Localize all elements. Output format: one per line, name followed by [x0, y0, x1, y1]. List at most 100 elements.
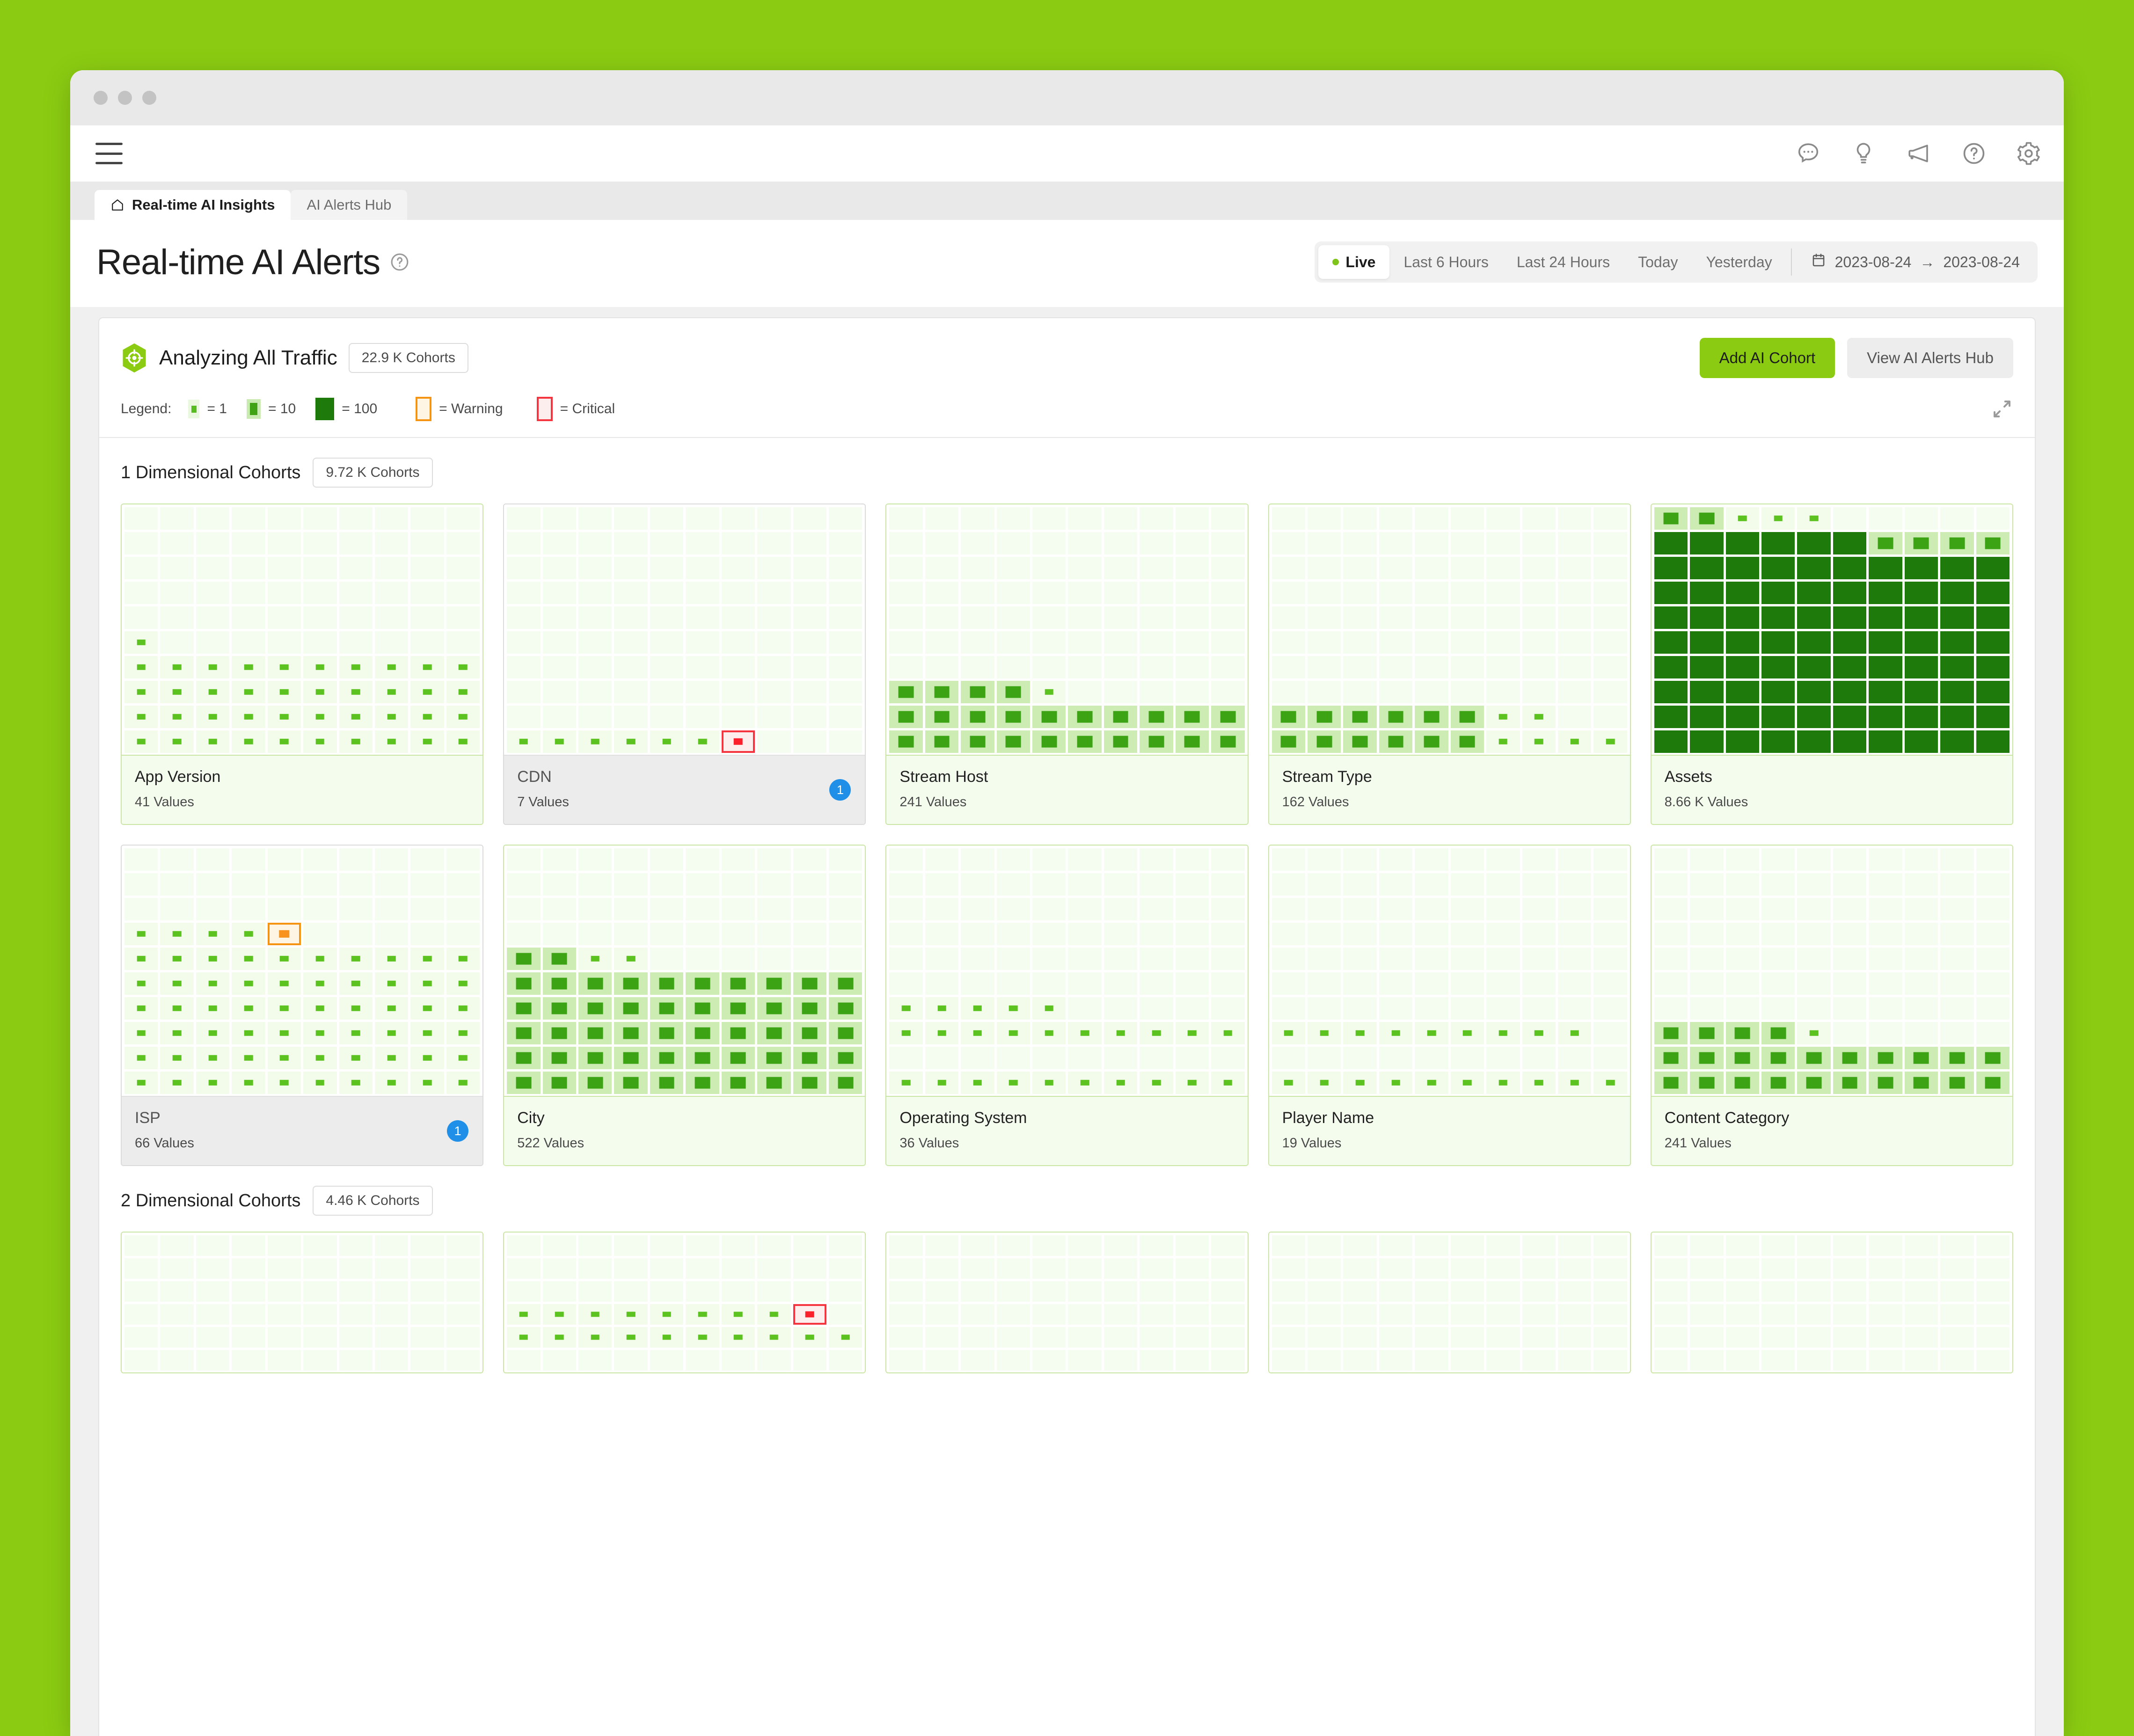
heatmap-cell[interactable] [1940, 923, 1974, 945]
heatmap-cell[interactable] [1308, 706, 1341, 728]
heatmap-cell[interactable] [446, 1350, 480, 1371]
heatmap-cell[interactable] [160, 656, 194, 678]
heatmap-cell[interactable] [889, 1022, 923, 1044]
heatmap-cell[interactable] [1761, 1258, 1795, 1279]
heatmap-cell[interactable] [961, 997, 994, 1020]
heatmap-cell[interactable] [1450, 873, 1484, 896]
heatmap-cell[interactable] [889, 1047, 923, 1069]
heatmap-cell[interactable] [1032, 1281, 1066, 1302]
heatmap-cell[interactable] [374, 656, 409, 678]
heatmap-cell[interactable] [721, 923, 755, 945]
heatmap-cell[interactable] [1104, 1022, 1138, 1044]
heatmap-cell[interactable] [507, 706, 541, 728]
heatmap-cell[interactable] [1690, 1281, 1724, 1302]
heatmap-cell[interactable] [1068, 1350, 1102, 1371]
heatmap-cell[interactable] [196, 848, 230, 871]
heatmap-cell[interactable] [1869, 898, 1902, 920]
heatmap-cell[interactable] [757, 1022, 791, 1044]
heatmap-cell[interactable] [1593, 972, 1627, 995]
heatmap-cell[interactable] [267, 1072, 301, 1094]
hamburger-icon[interactable] [95, 143, 123, 164]
cohort-card-isp[interactable]: ISP 66 Values 1 [121, 845, 484, 1166]
heatmap-cell[interactable] [446, 706, 480, 728]
heatmap-cell[interactable] [232, 706, 265, 728]
heatmap-cell[interactable] [1940, 898, 1974, 920]
heatmap-cell[interactable] [410, 1235, 444, 1256]
heatmap-cell[interactable] [1557, 730, 1592, 753]
heatmap-cell[interactable] [1797, 1235, 1831, 1256]
heatmap-cell[interactable] [410, 631, 444, 654]
heatmap-cell[interactable] [1343, 532, 1377, 554]
heatmap-cell[interactable] [542, 1235, 577, 1256]
heatmap-cell[interactable] [1557, 1072, 1592, 1094]
heatmap-cell[interactable] [1175, 681, 1209, 703]
heatmap-cell[interactable] [925, 1327, 959, 1348]
heatmap-cell[interactable] [1308, 1350, 1341, 1371]
cohort-card-stream-type[interactable]: Stream Type 162 Values [1268, 503, 1631, 825]
heatmap-cell[interactable] [686, 873, 719, 896]
heatmap-cell[interactable] [542, 848, 577, 871]
heatmap-cell[interactable] [410, 1047, 444, 1069]
heatmap-cell[interactable] [1761, 1072, 1795, 1094]
heatmap-cell[interactable] [374, 681, 409, 703]
heatmap-cell[interactable] [686, 948, 719, 970]
heatmap-cell[interactable] [578, 706, 612, 728]
heatmap-cell[interactable] [1140, 706, 1173, 728]
heatmap-cell[interactable] [1450, 948, 1484, 970]
heatmap-cell[interactable] [1522, 1047, 1556, 1069]
heatmap-cell[interactable] [1308, 848, 1341, 871]
heatmap-cell[interactable] [1175, 1327, 1209, 1348]
heatmap-cell[interactable] [578, 582, 612, 604]
heatmap-cell[interactable] [1725, 1258, 1760, 1279]
heatmap-cell[interactable] [196, 1072, 230, 1094]
heatmap-cell[interactable] [1690, 948, 1724, 970]
heatmap-cell[interactable] [374, 730, 409, 753]
heatmap-cell[interactable] [1869, 1327, 1902, 1348]
heatmap-cell[interactable] [196, 1281, 230, 1302]
heatmap-cell[interactable] [828, 656, 862, 678]
heatmap-cell[interactable] [1557, 606, 1592, 629]
heatmap-cell[interactable] [828, 730, 862, 753]
heatmap-cell[interactable] [1833, 1072, 1867, 1094]
heatmap-cell[interactable] [303, 730, 337, 753]
heatmap-cell[interactable] [232, 582, 265, 604]
heatmap-cell[interactable] [267, 1281, 301, 1302]
heatmap-cell[interactable] [1486, 1235, 1520, 1256]
heatmap-cell[interactable] [1940, 730, 1974, 753]
heatmap-cell[interactable] [650, 1022, 684, 1044]
heatmap-cell[interactable] [1211, 730, 1245, 753]
heatmap-cell[interactable] [578, 1327, 612, 1348]
heatmap-cell[interactable] [996, 1281, 1030, 1302]
heatmap-cell[interactable] [507, 507, 541, 530]
heatmap-cell[interactable] [1486, 730, 1520, 753]
heatmap-cell[interactable] [686, 997, 719, 1020]
heatmap-cell[interactable] [1104, 706, 1138, 728]
heatmap-cell[interactable] [889, 681, 923, 703]
heatmap-cell[interactable] [1522, 706, 1556, 728]
heatmap-cell[interactable] [1976, 997, 2010, 1020]
heatmap-cell[interactable] [1379, 923, 1413, 945]
heatmap-cell[interactable] [1904, 972, 1938, 995]
heatmap-cell[interactable] [160, 848, 194, 871]
heatmap-cell[interactable] [793, 631, 826, 654]
heatmap-cell[interactable] [828, 1047, 862, 1069]
heatmap-cell[interactable] [650, 1281, 684, 1302]
heatmap-cell[interactable] [1272, 606, 1305, 629]
heatmap-cell[interactable] [1593, 656, 1627, 678]
heatmap-cell[interactable] [303, 1022, 337, 1044]
heatmap-cell[interactable] [1343, 1350, 1377, 1371]
heatmap-cell[interactable] [1415, 1304, 1448, 1325]
heatmap-cell[interactable] [339, 898, 373, 920]
heatmap-cell[interactable] [1486, 1304, 1520, 1325]
heatmap-cell[interactable] [1690, 898, 1724, 920]
heatmap-cell[interactable] [889, 1304, 923, 1325]
heatmap-cell[interactable] [542, 997, 577, 1020]
heatmap-cell[interactable] [828, 706, 862, 728]
cohort-card-placeholder-2[interactable] [503, 1232, 866, 1373]
heatmap-cell[interactable] [1308, 1072, 1341, 1094]
heatmap-cell[interactable] [828, 898, 862, 920]
heatmap-cell[interactable] [196, 606, 230, 629]
heatmap-cell[interactable] [1654, 631, 1688, 654]
heatmap-cell[interactable] [996, 873, 1030, 896]
heatmap-cell[interactable] [1104, 507, 1138, 530]
